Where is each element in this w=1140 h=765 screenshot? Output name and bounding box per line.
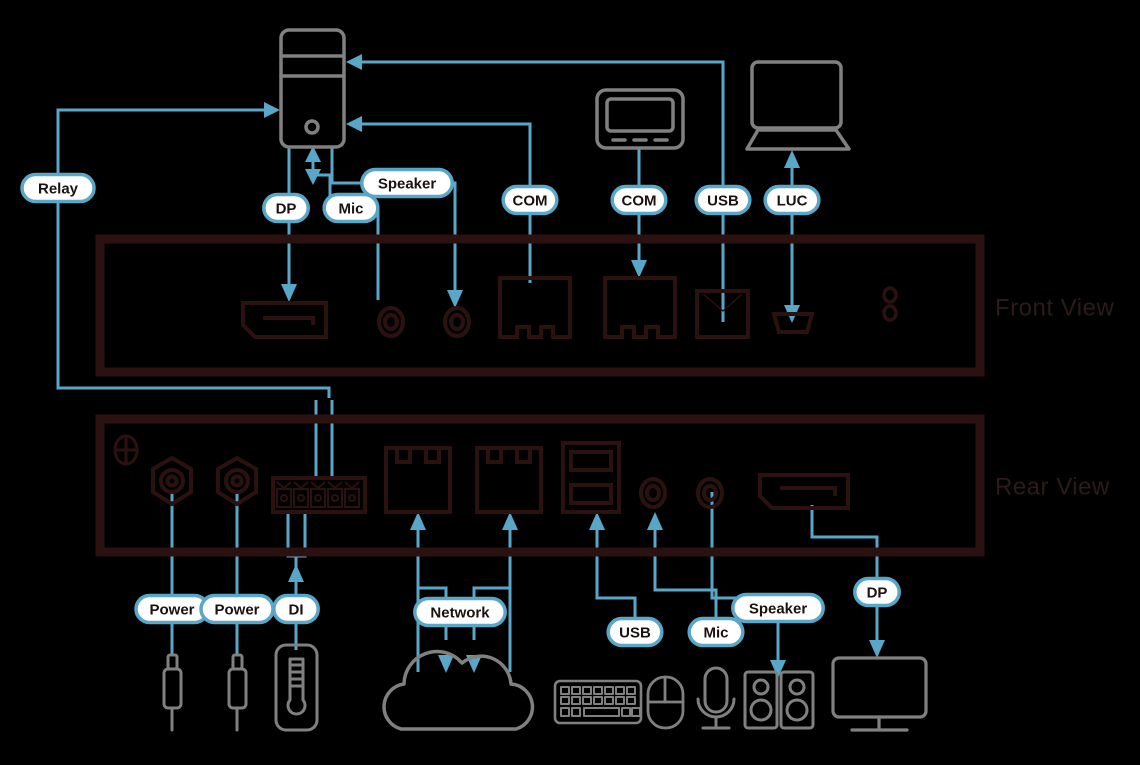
rear-port-terminal-block: [271, 476, 367, 514]
pill-label-text: Speaker: [378, 176, 437, 193]
pill-label-text: Mic: [703, 625, 728, 642]
pill-label-text: Power: [214, 602, 259, 619]
label-pill-usb-rear[interactable]: USB: [606, 616, 664, 648]
pill-label-text: COM: [513, 193, 548, 210]
rear-port-audio-jack-1: [639, 477, 667, 509]
device-monitor: [831, 656, 928, 732]
wire-dp-front-arrowhead: [281, 284, 297, 302]
label-pill-power-2[interactable]: Power: [199, 593, 275, 625]
wire-network-cloud-arrowhead-1: [438, 655, 454, 673]
device-speakers: [743, 670, 815, 730]
pill-label-text: Mic: [338, 201, 363, 218]
label-pill-dp-front[interactable]: DP: [262, 192, 310, 224]
label-pill-mic-front[interactable]: Mic: [322, 192, 380, 224]
label-pill-usb-front[interactable]: USB: [694, 184, 752, 216]
label-pill-di[interactable]: DI: [272, 593, 320, 625]
label-pill-speaker-front[interactable]: Speaker: [360, 167, 454, 199]
pill-label-text: DI: [289, 602, 304, 619]
pill-label-text: COM: [622, 193, 657, 210]
rear-panel: Rear View: [95, 414, 1110, 557]
wire-di-arrowhead: [288, 564, 304, 582]
device-mouse: [646, 675, 685, 730]
diagram-canvas: Front View Rear View Relay DP Mic Speake…: [0, 0, 1140, 765]
wire-relay-terminal-pair: [314, 400, 334, 480]
label-pill-luc-front[interactable]: LUC: [763, 184, 821, 216]
pill-label-text: DP: [276, 201, 297, 218]
wire-speaker-front-arrowhead: [447, 290, 463, 308]
wire-usb-front-arrowhead: [346, 54, 362, 70]
connection-diagram: Front View Rear View RelayDP MicSpeakerC…: [20, 28, 1114, 732]
front-port-displayport: [241, 301, 328, 339]
pill-label-text: Network: [430, 605, 490, 622]
pill-label-text: LUC: [777, 193, 808, 210]
label-pill-power-1[interactable]: Power: [134, 593, 210, 625]
wire-dp-rear: [810, 505, 879, 640]
front-panel: Front View: [95, 234, 1114, 377]
label-pill-mic-rear[interactable]: Mic: [687, 616, 745, 648]
wire-usb-rear-arrowhead: [589, 512, 605, 530]
label-pill-com-2[interactable]: COM: [610, 184, 668, 216]
label-pill-speaker-rear[interactable]: Speaker: [731, 592, 825, 624]
pill-label-text: Speaker: [749, 601, 808, 618]
device-laptop: [745, 60, 851, 151]
pill-label-text: DP: [867, 585, 888, 602]
device-microphone: [696, 666, 736, 730]
wire-relay-arrowhead: [264, 102, 280, 118]
rear-port-displayport: [758, 473, 850, 510]
rear-port-usb-stack: [561, 441, 621, 514]
front-port-speaker-jack: [443, 306, 471, 338]
front-led-indicators: [882, 286, 898, 322]
rear-port-ground: [113, 434, 139, 466]
device-thermometer: [274, 643, 319, 732]
wire-mic-rear-arrowhead: [647, 512, 663, 530]
label-pill-network[interactable]: Network: [413, 596, 507, 628]
label-pill-relay[interactable]: Relay: [20, 172, 96, 204]
front-port-com-1: [498, 276, 572, 339]
rear-port-network-1: [384, 446, 452, 514]
pill-label-text: USB: [707, 193, 739, 210]
device-power-plug-1: [162, 653, 183, 732]
rear-port-audio-jack-2: [696, 477, 724, 509]
device-keyboard: [553, 679, 643, 725]
front-view-label: Front View: [995, 295, 1114, 322]
wire-com2-arrowhead: [631, 260, 647, 278]
rear-view-label: Rear View: [995, 474, 1110, 501]
label-pill-com-1[interactable]: COM: [501, 184, 559, 216]
pill-label-text: Relay: [38, 181, 79, 198]
pill-label-text: USB: [619, 625, 651, 642]
wire-luc-arrowhead-up: [784, 150, 800, 168]
rear-port-network-2: [475, 446, 543, 514]
device-power-plug-2: [227, 653, 248, 732]
device-com-terminal: [595, 88, 685, 150]
wire-dp-rear-arrowhead: [869, 640, 885, 658]
front-port-com-2: [603, 276, 677, 339]
device-pc-tower: [279, 28, 346, 149]
wire-com1-arrowhead: [346, 116, 362, 132]
front-port-mic-jack: [377, 306, 405, 338]
label-pill-dp-rear[interactable]: DP: [853, 576, 901, 608]
pill-label-text: Power: [149, 602, 194, 619]
